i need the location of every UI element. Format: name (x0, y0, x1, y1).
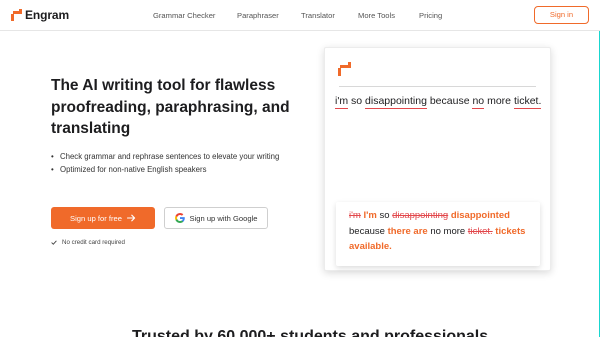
inserted-text: there are (387, 225, 428, 237)
sentence-text: more (487, 95, 512, 107)
sign-up-label: Sign up for free (70, 213, 122, 223)
hero-headline: The AI writing tool for flawless proofre… (51, 77, 290, 137)
corrected-sentence: i'm I'm so disappointing disappointed be… (349, 208, 534, 255)
feature-list-item: Optimized for non-native English speaker… (51, 164, 291, 177)
inserted-text: I'm (363, 210, 377, 221)
deleted-text: i'm (349, 210, 361, 221)
divider (339, 86, 536, 87)
no-credit-card-note: No credit card required (51, 239, 125, 246)
logo[interactable]: Engram (11, 8, 69, 22)
error-word[interactable]: disappointing (365, 95, 427, 109)
arrow-right-icon (126, 214, 136, 222)
nav-paraphraser[interactable]: Paraphraser (237, 11, 279, 20)
site-header: Engram Grammar Checker Paraphraser Trans… (0, 0, 600, 31)
google-label: Sign up with Google (189, 213, 258, 223)
feature-list-item: Check grammar and rephrase sentences to … (51, 151, 291, 164)
unchanged-text: so (379, 210, 390, 221)
engram-logo-icon (338, 62, 352, 76)
sign-up-google-button[interactable]: Sign up with Google (164, 207, 268, 229)
nav-grammar-checker[interactable]: Grammar Checker (153, 11, 215, 20)
sign-up-free-button[interactable]: Sign up for free (51, 207, 155, 229)
checkmark-icon (51, 240, 57, 245)
demo-input-sentence: i'm so disappointing because no more tic… (335, 95, 542, 109)
sentence-text: because (429, 95, 470, 107)
inserted-text: disappointed (450, 210, 510, 221)
error-word[interactable]: no (472, 95, 485, 109)
error-word[interactable]: ticket. (513, 95, 542, 109)
feature-list: Check grammar and rephrase sentences to … (51, 151, 291, 176)
unchanged-text: because (349, 225, 385, 237)
unchanged-text: no more (430, 225, 466, 237)
deleted-text: ticket. (467, 225, 493, 237)
correction-result-card: i'm I'm so disappointing disappointed be… (336, 202, 540, 266)
engram-logo-icon (11, 9, 22, 21)
brand-name: Engram (25, 8, 70, 22)
nav-translator[interactable]: Translator (301, 11, 335, 20)
trusted-by-heading: Trusted by 60,000+ students and professi… (132, 328, 489, 337)
nav-more-tools[interactable]: More Tools (358, 11, 395, 20)
no-credit-card-text: No credit card required (62, 239, 125, 246)
sentence-text: so (351, 95, 363, 107)
deleted-text: disappointing (392, 210, 449, 221)
sign-in-button[interactable]: Sign in (534, 6, 589, 24)
error-word[interactable]: i'm (335, 95, 349, 109)
nav-pricing[interactable]: Pricing (419, 11, 442, 20)
google-icon (174, 213, 185, 223)
